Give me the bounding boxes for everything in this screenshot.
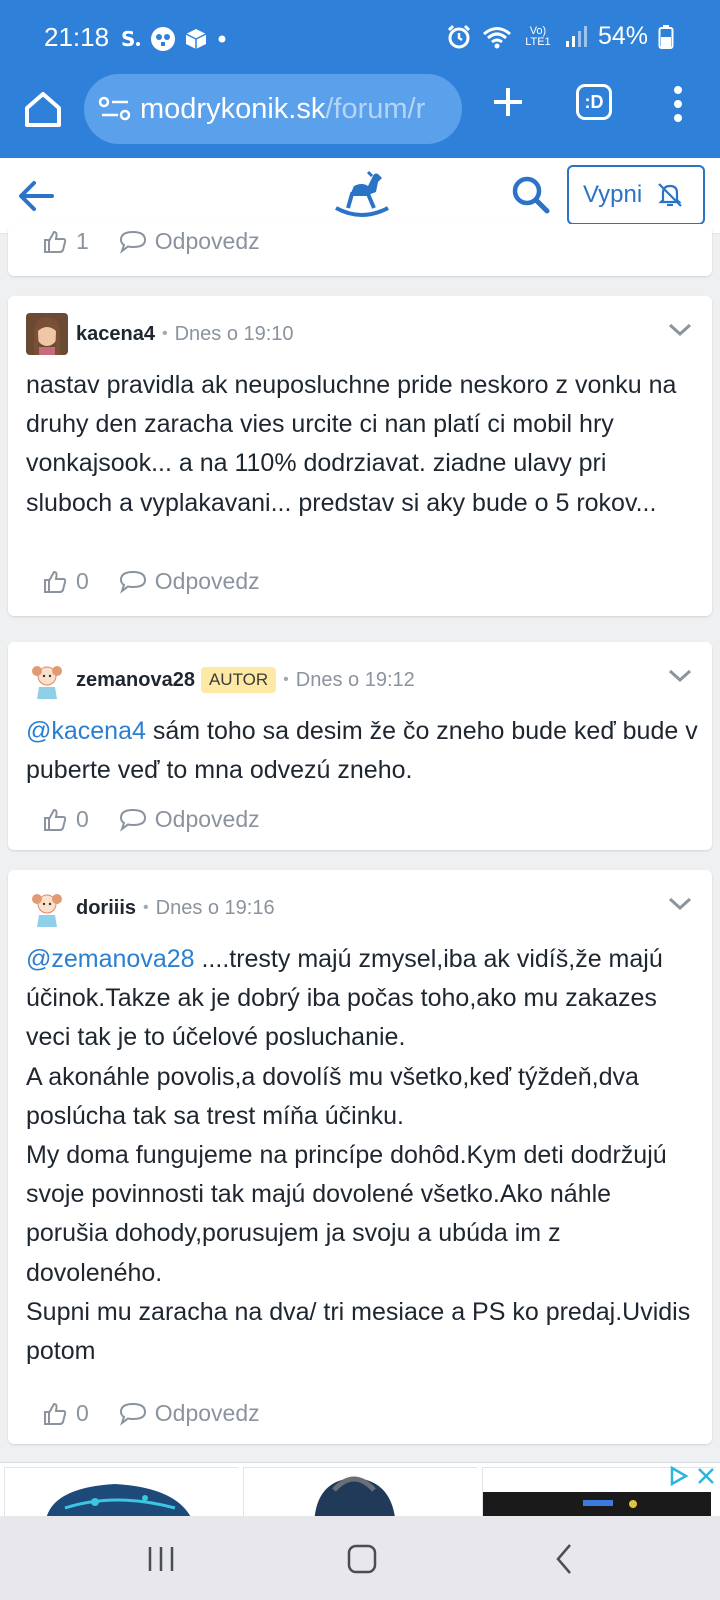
post-author[interactable]: zemanova28 xyxy=(76,669,195,692)
like-count: 1 xyxy=(76,228,89,254)
reply-label: Odpovedz xyxy=(154,228,260,254)
post-card: 1 Odpovedz xyxy=(8,224,712,276)
ad-choices-icon[interactable] xyxy=(668,1465,690,1487)
mute-label: Vypni xyxy=(583,181,643,208)
comment-icon xyxy=(119,570,146,594)
comment-icon xyxy=(119,808,146,832)
sim-icon: S xyxy=(121,28,140,50)
skull-icon xyxy=(151,27,175,51)
ad-close-icon[interactable] xyxy=(696,1466,716,1486)
post-card: doriiis • Dnes o 19:16 @zemanova28 ....t… xyxy=(8,870,712,1444)
battery-percent: 54% xyxy=(597,22,648,50)
recent-apps-icon[interactable] xyxy=(146,1544,176,1574)
reply-button[interactable]: Odpovedz xyxy=(119,806,260,833)
separator-dot: • xyxy=(143,899,149,916)
browser-toolbar: modrykonik.sk/forum/r :D xyxy=(0,74,720,158)
post-time: Dnes o 19:16 xyxy=(155,896,275,919)
home-nav-icon[interactable] xyxy=(346,1543,378,1575)
tabs-button[interactable]: :D xyxy=(576,84,612,120)
post-author[interactable]: doriiis xyxy=(76,897,136,920)
url-host: modrykonik.sk xyxy=(140,92,326,125)
back-nav-icon[interactable] xyxy=(552,1542,576,1576)
home-icon[interactable] xyxy=(22,88,64,130)
status-right: Vo) LTE1 54% xyxy=(446,22,674,51)
address-bar[interactable]: modrykonik.sk/forum/r xyxy=(84,74,462,144)
post-header: kacena4 • Dnes o 19:10 xyxy=(26,312,694,356)
post-actions: 1 Odpovedz xyxy=(42,228,260,255)
post-time: Dnes o 19:10 xyxy=(174,322,294,345)
battery-icon xyxy=(658,24,674,49)
back-arrow-icon[interactable] xyxy=(14,174,58,218)
reply-label: Odpovedz xyxy=(154,1400,260,1426)
thumbs-up-icon[interactable] xyxy=(42,807,68,833)
ad-banner[interactable] xyxy=(0,1462,720,1516)
chevron-down-icon[interactable] xyxy=(666,316,694,344)
separator-dot: • xyxy=(283,671,289,688)
avatar[interactable] xyxy=(26,313,68,355)
status-bar: 21:18 S Vo) LTE1 54% xyxy=(0,0,720,80)
comment-icon xyxy=(119,230,146,254)
post-body: @kacena4 sám toho sa desim že čo zneho b… xyxy=(26,712,698,790)
reply-button[interactable]: Odpovedz xyxy=(119,228,260,255)
like-count: 0 xyxy=(76,1400,89,1426)
post-body: nastav pravidla ak neuposluchne pride ne… xyxy=(26,371,677,517)
site-settings-icon[interactable] xyxy=(98,96,132,122)
reply-label: Odpovedz xyxy=(154,568,260,594)
alarm-icon xyxy=(447,24,471,48)
post-time: Dnes o 19:12 xyxy=(295,668,415,691)
new-tab-icon[interactable] xyxy=(488,82,528,122)
notification-icons: S xyxy=(120,26,228,52)
like-count: 0 xyxy=(76,568,89,594)
post-header: zemanova28 AUTOR • Dnes o 19:12 xyxy=(26,658,694,702)
separator-dot: • xyxy=(161,325,168,342)
user-mention[interactable]: @kacena4 xyxy=(26,717,146,745)
rocking-horse-logo[interactable] xyxy=(334,168,390,222)
post-actions: 0 Odpovedz xyxy=(42,1400,260,1427)
mute-notifications-button[interactable]: Vypni xyxy=(567,165,705,225)
reply-button[interactable]: Odpovedz xyxy=(119,1400,260,1427)
avatar[interactable] xyxy=(26,887,68,929)
wifi-icon xyxy=(482,26,511,48)
signal-icon xyxy=(565,25,587,47)
thumbs-up-icon[interactable] xyxy=(42,1401,68,1427)
comment-icon xyxy=(119,1402,146,1426)
reply-label: Odpovedz xyxy=(154,806,260,832)
thumbs-up-icon[interactable] xyxy=(42,569,68,595)
network-label: Vo) LTE1 xyxy=(525,24,551,48)
post-card: zemanova28 AUTOR • Dnes o 19:12 @kacena4… xyxy=(8,642,712,850)
dot-icon xyxy=(218,35,226,43)
ad-product-image[interactable] xyxy=(4,1467,239,1516)
ad-product-image[interactable] xyxy=(243,1467,478,1516)
url-path: /forum/r xyxy=(325,92,426,125)
post-author[interactable]: kacena4 xyxy=(76,323,155,346)
status-time: 21:18 xyxy=(44,22,110,52)
chevron-down-icon[interactable] xyxy=(666,890,694,918)
bell-off-icon xyxy=(658,183,682,207)
site-header: Vypni xyxy=(0,158,720,234)
avatar[interactable] xyxy=(26,659,68,701)
system-nav-bar xyxy=(0,1516,720,1600)
chevron-down-icon[interactable] xyxy=(666,662,694,690)
post-body: @zemanova28 ....tresty majú zmysel,iba a… xyxy=(26,940,698,1371)
post-actions: 0 Odpovedz xyxy=(42,806,260,833)
more-menu-icon[interactable] xyxy=(668,82,688,126)
post-actions: 0 Odpovedz xyxy=(42,568,260,595)
post-header: doriiis • Dnes o 19:16 xyxy=(26,886,694,930)
box-icon xyxy=(185,29,207,49)
thumbs-up-icon[interactable] xyxy=(42,229,68,255)
author-badge: AUTOR xyxy=(200,667,277,693)
post-card: kacena4 • Dnes o 19:10 nastav pravidla a… xyxy=(8,296,712,616)
svg-text:S: S xyxy=(121,28,135,50)
post-text: ....tresty majú zmysel,iba ak vidíš,že m… xyxy=(26,945,691,1366)
search-icon[interactable] xyxy=(510,174,552,216)
user-mention[interactable]: @zemanova28 xyxy=(26,945,195,973)
like-count: 0 xyxy=(76,806,89,832)
reply-button[interactable]: Odpovedz xyxy=(119,568,260,595)
